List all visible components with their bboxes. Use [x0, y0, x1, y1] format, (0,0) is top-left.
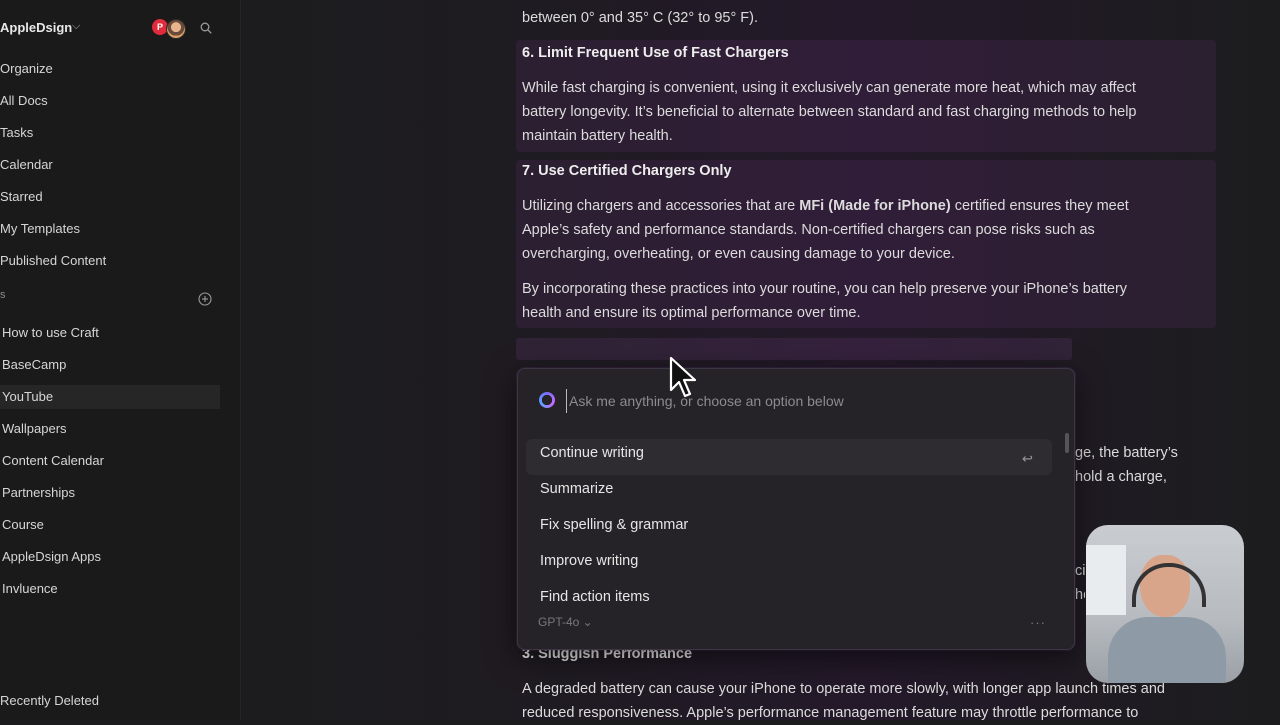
- folder-label: Invluence: [2, 581, 58, 596]
- avatar-photo[interactable]: [166, 19, 186, 39]
- folder-label: Wallpapers: [2, 421, 67, 436]
- add-folder-icon[interactable]: [198, 292, 212, 306]
- doc-paragraph[interactable]: between 0° and 35° C (32° to 95° F).: [522, 6, 1202, 30]
- doc-paragraph[interactable]: overcharging, overheating, or even causi…: [522, 242, 1202, 266]
- model-selector[interactable]: GPT-4o ⌄: [538, 615, 593, 629]
- folder-label: Content Calendar: [2, 453, 104, 468]
- folder-label: How to use Craft: [2, 325, 99, 340]
- folder-wallpapers[interactable]: Wallpapers: [0, 417, 220, 441]
- chevron-down-icon[interactable]: ⌵: [72, 20, 80, 33]
- ai-option-continue-writing[interactable]: Continue writing ↩: [526, 439, 1052, 475]
- ai-option-label: Summarize: [540, 481, 614, 497]
- ai-assistant-popup: Continue writing ↩ Summarize Fix spellin…: [517, 368, 1075, 650]
- doc-paragraph[interactable]: battery longevity. It’s beneficial to al…: [522, 100, 1202, 124]
- ai-option-label: Continue writing: [540, 445, 644, 461]
- folder-label: Course: [2, 517, 44, 532]
- mouse-cursor-icon: [669, 356, 697, 398]
- nav-published-content[interactable]: Published Content: [0, 251, 106, 271]
- doc-heading[interactable]: 7. Use Certified Chargers Only: [522, 163, 732, 179]
- folder-label: Partnerships: [2, 485, 75, 500]
- folder-how-to-use-craft[interactable]: How to use Craft: [0, 321, 220, 345]
- nav-all-docs[interactable]: All Docs: [0, 91, 48, 111]
- ai-option-label: Fix spelling & grammar: [540, 517, 689, 533]
- nav-organize[interactable]: Organize: [0, 59, 53, 79]
- folder-basecamp[interactable]: BaseCamp: [0, 353, 220, 377]
- webcam-background-window: [1086, 545, 1126, 615]
- more-options-icon[interactable]: ···: [1030, 615, 1046, 630]
- nav-starred[interactable]: Starred: [0, 187, 43, 207]
- folder-label: AppleDsign Apps: [2, 549, 102, 564]
- ai-option-label: Improve writing: [540, 553, 639, 569]
- folder-invluence[interactable]: Invluence: [0, 577, 220, 601]
- nav-my-templates[interactable]: My Templates: [0, 219, 80, 239]
- folder-course[interactable]: Course: [0, 513, 220, 537]
- doc-paragraph[interactable]: maintain battery health.: [522, 124, 1202, 148]
- folder-label: BaseCamp: [2, 357, 67, 372]
- doc-heading[interactable]: 6. Limit Frequent Use of Fast Chargers: [522, 45, 789, 61]
- ai-option-improve-writing[interactable]: Improve writing: [526, 547, 1052, 583]
- folder-youtube[interactable]: YouTube: [0, 385, 220, 409]
- doc-text-partial: cie: [1075, 563, 1085, 579]
- folder-appledsign-apps[interactable]: AppleDsign Apps: [0, 545, 220, 569]
- ai-option-fix-spelling[interactable]: Fix spelling & grammar: [526, 511, 1052, 547]
- nav-tasks[interactable]: Tasks: [0, 123, 33, 143]
- folder-content-calendar[interactable]: Content Calendar: [0, 449, 220, 473]
- ai-option-summarize[interactable]: Summarize: [526, 475, 1052, 511]
- doc-paragraph[interactable]: health and ensure its optimal performanc…: [522, 301, 1202, 325]
- doc-paragraph[interactable]: By incorporating these practices into yo…: [522, 277, 1202, 301]
- doc-bold-text: MFi (Made for iPhone): [799, 198, 951, 214]
- doc-paragraph[interactable]: Utilizing chargers and accessories that …: [522, 194, 1202, 218]
- webcam-overlay: [1086, 525, 1244, 683]
- ai-placeholder-line: [516, 338, 1072, 360]
- ai-options-list: Continue writing ↩ Summarize Fix spellin…: [526, 439, 1052, 601]
- recently-deleted[interactable]: Recently Deleted: [0, 693, 99, 708]
- ai-orb-icon: [539, 392, 555, 408]
- doc-paragraph[interactable]: While fast charging is convenient, using…: [522, 76, 1202, 100]
- ai-option-find-action-items[interactable]: Find action items: [526, 583, 1052, 601]
- folder-partnerships[interactable]: Partnerships: [0, 481, 220, 505]
- webcam-person-body: [1108, 617, 1226, 683]
- section-label: s: [0, 289, 6, 301]
- nav-calendar[interactable]: Calendar: [0, 155, 53, 175]
- ai-prompt-input[interactable]: [566, 389, 1041, 413]
- workspace-name[interactable]: AppleDsign: [0, 20, 72, 35]
- ai-option-label: Find action items: [540, 589, 650, 601]
- doc-paragraph[interactable]: Apple’s safety and performance standards…: [522, 218, 1202, 242]
- doc-text-run: Utilizing chargers and accessories that …: [522, 198, 800, 214]
- doc-text-partial: hold a charge,: [1075, 469, 1167, 485]
- search-icon[interactable]: [200, 22, 212, 34]
- doc-text-partial: he: [1075, 587, 1085, 603]
- folder-label: YouTube: [2, 389, 54, 404]
- scrollbar[interactable]: [1065, 433, 1069, 453]
- enter-key-icon: ↩: [1022, 451, 1033, 466]
- doc-text-partial: ge, the battery’s: [1075, 445, 1178, 461]
- doc-paragraph[interactable]: reduced responsiveness. Apple’s performa…: [522, 701, 1202, 725]
- sidebar: AppleDsign ⌵ P Organize All Docs Tasks C…: [0, 0, 241, 720]
- doc-text-run: certified ensures they meet: [950, 198, 1129, 214]
